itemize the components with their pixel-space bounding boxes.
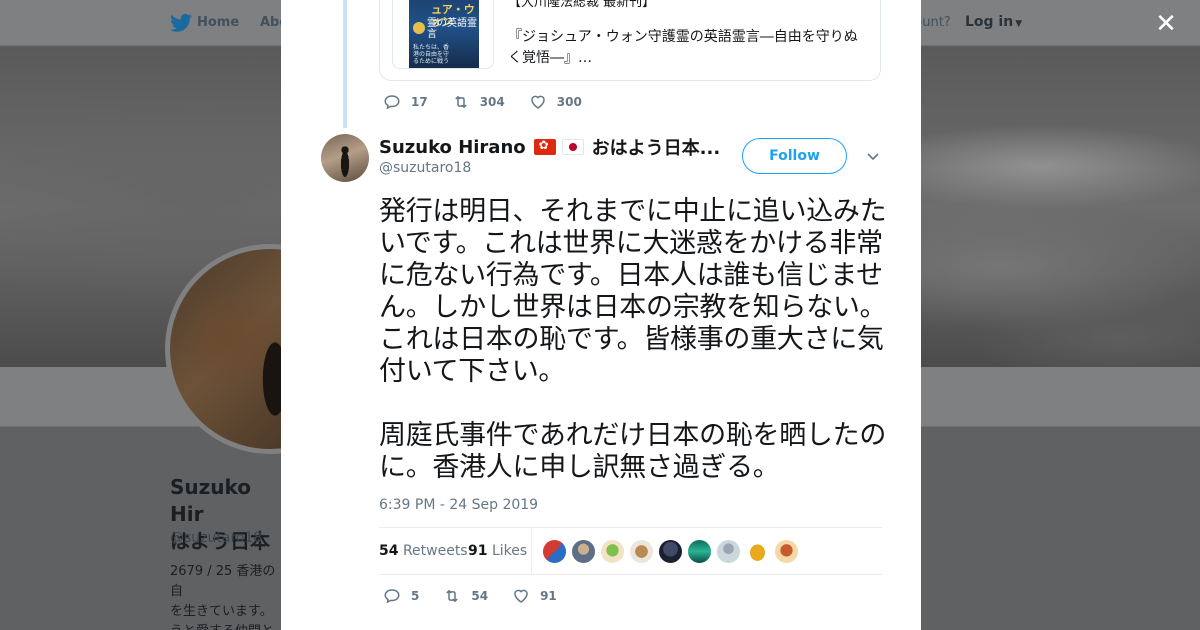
author-avatar[interactable] [321, 134, 369, 182]
chevron-down-icon: ▼ [1015, 19, 1023, 29]
reply-count: 17 [411, 95, 428, 109]
liker-avatar[interactable] [542, 539, 567, 564]
chevron-down-icon[interactable] [866, 149, 880, 163]
retweet-action[interactable]: 304 [452, 93, 505, 111]
like-action[interactable]: 91 [512, 587, 557, 605]
twitter-bird-icon[interactable] [170, 13, 192, 33]
quoted-tweet-actions: 17 304 300 [383, 93, 606, 111]
heart-icon [514, 589, 528, 603]
book-cover-badge [413, 22, 425, 34]
tweet-stats: 54 Retweets 91 Likes [379, 527, 882, 575]
reply-icon [384, 95, 400, 110]
hong-kong-flag-icon [533, 138, 556, 155]
book-cover-image: ュア・ウォン 霊の英語霊言 私たちは、香港の自由を守るために戦う [392, 0, 494, 69]
like-count: 91 [540, 589, 557, 603]
retweet-action[interactable]: 54 [443, 587, 488, 605]
follow-button[interactable]: Follow [742, 138, 847, 174]
author-name-row[interactable]: Suzuko Hirano おはよう日本... [379, 134, 720, 160]
liker-avatars [542, 539, 803, 564]
reply-action[interactable]: 17 [383, 93, 428, 111]
retweet-icon [446, 589, 459, 603]
liker-avatar[interactable] [745, 539, 770, 564]
login-link[interactable]: Log in ▼ [965, 14, 1022, 30]
reply-action[interactable]: 5 [383, 587, 419, 605]
quoted-link-card[interactable]: ュア・ウォン 霊の英語霊言 私たちは、香港の自由を守るために戦う 【大川隆法総裁… [379, 0, 881, 81]
author-name: Suzuko Hirano [379, 136, 526, 158]
liker-avatar[interactable] [658, 539, 683, 564]
book-cover-subtitle: 霊の英語霊言 [427, 18, 477, 40]
tweet-text: 発行は明日、それまでに中止に追い込みたいです。これは世界に大迷惑をかける非常に危… [379, 196, 887, 483]
tweet-timestamp[interactable]: 6:39 PM - 24 Sep 2019 [379, 497, 538, 513]
login-label: Log in [965, 14, 1014, 30]
retweet-count: 54 [471, 589, 489, 603]
liker-avatar[interactable] [600, 539, 625, 564]
liker-avatar[interactable] [687, 539, 712, 564]
profile-name-line1: Suzuko Hir [170, 475, 252, 526]
retweet-icon [454, 95, 467, 109]
book-cover-caption: 私たちは、香港の自由を守るために戦う [413, 44, 450, 65]
retweet-count: 304 [479, 95, 505, 109]
likes-stat[interactable]: 91 Likes [468, 543, 527, 559]
close-modal-icon[interactable]: ✕ [1155, 11, 1177, 37]
liker-avatar[interactable] [774, 539, 799, 564]
japan-flag-icon [561, 139, 584, 155]
reply-icon [384, 589, 400, 604]
card-description: 『ジョシュア・ウォン守護霊の英語霊言―自由を守りぬく覚悟―』… [508, 29, 858, 66]
liker-avatar[interactable] [629, 539, 654, 564]
thread-connector [343, 0, 347, 128]
tweet-actions: 5 54 91 [383, 587, 581, 605]
book-cover: ュア・ウォン 霊の英語霊言 私たちは、香港の自由を守るために戦う [409, 0, 479, 68]
author-handle[interactable]: @suzutaro18 [379, 160, 471, 176]
nav-home-link[interactable]: Home [197, 15, 239, 30]
retweets-count: 54 [379, 543, 399, 559]
profile-handle: @suzutaro18 [170, 530, 263, 546]
retweets-label: Retweets [402, 543, 468, 559]
likes-label: Likes [491, 543, 528, 559]
tweet-modal: ュア・ウォン 霊の英語霊言 私たちは、香港の自由を守るために戦う 【大川隆法総裁… [281, 0, 921, 630]
author-name-suffix: おはよう日本... [591, 138, 721, 159]
liker-avatar[interactable] [716, 539, 741, 564]
reply-count: 5 [411, 589, 420, 603]
heart-icon [531, 95, 545, 109]
profile-bio: 2679 / 25 香港の自 を生きています。 うと愛する仲間と 準横熱気になる… [170, 564, 276, 630]
like-action[interactable]: 300 [529, 93, 582, 111]
like-count: 300 [556, 95, 582, 109]
liker-avatar[interactable] [571, 539, 596, 564]
retweets-stat[interactable]: 54 Retweets [379, 543, 468, 559]
likes-count: 91 [468, 543, 488, 559]
card-title: 【大川隆法総裁 最新刊】 [508, 0, 656, 10]
stats-divider [531, 528, 532, 574]
